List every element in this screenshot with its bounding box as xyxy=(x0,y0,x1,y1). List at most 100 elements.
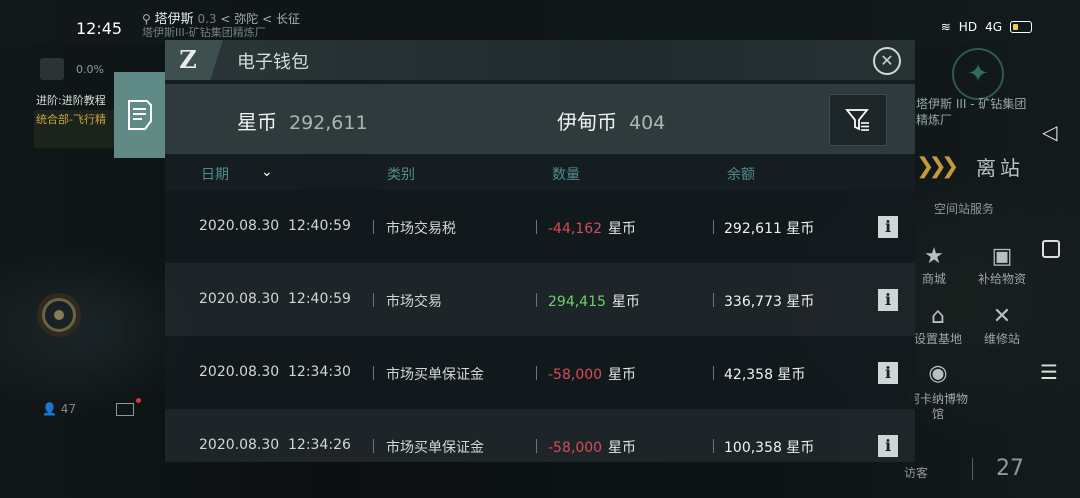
table-row[interactable]: 2020.08.30 12:34:26 市场买单保证金 -58,000 星币 100,35… xyxy=(165,409,915,462)
row-date: 2020.08.30 xyxy=(199,364,280,380)
cargo-icon[interactable] xyxy=(40,58,64,80)
column-balance: 余额 xyxy=(727,167,755,183)
filter-button[interactable] xyxy=(829,94,887,146)
eden-coin-balance: 伊甸币 404 xyxy=(557,106,665,135)
visitor-label: 访客 xyxy=(904,466,929,480)
row-category: 市场交易 xyxy=(386,294,442,310)
column-date[interactable]: 日期 xyxy=(201,164,229,184)
quest-label[interactable]: 进阶:进阶教程 xyxy=(36,92,106,108)
row-amount: -44,162 星币 xyxy=(548,218,636,238)
divider xyxy=(713,439,714,453)
star-coin-label: 星币 xyxy=(237,110,277,134)
wallet-header: Z 电子钱包 ✕ xyxy=(165,40,915,80)
document-icon xyxy=(128,100,152,130)
divider xyxy=(373,439,374,453)
column-amount: 数量 xyxy=(552,167,580,183)
back-icon[interactable]: ◁ xyxy=(1042,120,1057,144)
undock-chevron-icon: ❯❯❯ xyxy=(916,154,959,179)
row-time: 12:40:59 xyxy=(288,218,351,234)
table-row[interactable]: 2020.08.30 12:34:30 市场买单保证金 -58,000 星币 42,358… xyxy=(165,336,915,409)
base-icon: ⌂ xyxy=(931,304,945,329)
divider xyxy=(373,366,374,380)
location-system: 长征 xyxy=(275,12,300,26)
location-station: 塔伊斯III-矿钻集团精炼厂 xyxy=(142,26,266,39)
info-icon[interactable]: i xyxy=(878,216,898,238)
row-time: 12:34:26 xyxy=(288,437,351,453)
supply-box-icon: ▣ xyxy=(991,244,1013,269)
home-icon[interactable] xyxy=(1042,240,1060,258)
row-time: 12:40:59 xyxy=(288,291,351,307)
status-bar: 12:45 ⚲ 塔伊斯 0.3 < 弥陀 < 长征 塔伊斯III-矿钻集团精炼厂… xyxy=(0,0,1080,44)
eden-coin-label: 伊甸币 xyxy=(557,110,617,134)
battery-icon xyxy=(1010,21,1032,33)
system-nav-bar: ◁ ☰ xyxy=(1030,0,1080,498)
row-amount-value: 294,415 xyxy=(548,294,606,310)
row-amount-unit: 星币 xyxy=(608,367,637,383)
online-count[interactable]: 👤 47 xyxy=(42,402,76,416)
row-balance: 336,773 星币 xyxy=(724,294,815,310)
recents-icon[interactable]: ☰ xyxy=(1040,360,1058,384)
row-amount-unit: 星币 xyxy=(608,221,637,237)
undock-button[interactable]: 离站 xyxy=(976,152,1024,181)
row-amount: -58,000 星币 xyxy=(548,437,636,457)
table-row[interactable]: 2020.08.30 12:40:59 市场交易税 -44,162 星币 292,611 … xyxy=(165,190,915,263)
wrench-icon: ✕ xyxy=(992,304,1012,329)
info-icon[interactable]: i xyxy=(878,435,898,457)
station-hud: ✦ 塔伊斯 III - 矿钻集团 精炼厂 ❯❯❯ 离站 空间站服务 ★ 商城 ▣… xyxy=(904,40,1030,498)
system-icons: ≋ HD 4G xyxy=(941,20,1032,34)
visitor-count: 27 xyxy=(996,456,1024,481)
mail-icon[interactable] xyxy=(116,403,134,416)
service-museum[interactable]: ◉ 阿卡纳博物馆 xyxy=(906,361,970,422)
network-type: HD xyxy=(958,20,978,34)
divider xyxy=(536,366,537,380)
row-amount-unit: 星币 xyxy=(608,440,637,456)
row-balance: 292,611 星币 xyxy=(724,221,815,237)
row-date: 2020.08.30 xyxy=(199,437,280,453)
wallet-title: 电子钱包 xyxy=(237,52,309,73)
divider xyxy=(713,293,714,307)
row-time: 12:34:30 xyxy=(288,364,351,380)
wallet-ledger-tab[interactable] xyxy=(114,72,166,158)
person-icon: 👤 xyxy=(42,402,57,416)
service-base[interactable]: ⌂ 设置基地 xyxy=(906,304,970,347)
close-button[interactable]: ✕ xyxy=(873,47,901,75)
museum-icon: ◉ xyxy=(928,361,948,386)
wallet-panel: Z 电子钱包 ✕ 星币 292,611 伊甸币 404 日期 ⌄ 类别 数量 余额 … xyxy=(165,40,915,462)
service-supplies[interactable]: ▣ 补给物资 xyxy=(970,244,1034,287)
row-category: 市场交易税 xyxy=(386,221,456,237)
service-repair[interactable]: ✕ 维修站 xyxy=(974,304,1030,347)
radar-icon[interactable] xyxy=(42,298,76,332)
row-category: 市场买单保证金 xyxy=(386,367,484,383)
divider xyxy=(536,220,537,234)
filter-icon xyxy=(845,109,869,131)
info-icon[interactable]: i xyxy=(878,289,898,311)
balance-bar: 星币 292,611 伊甸币 404 xyxy=(165,84,915,154)
divider xyxy=(972,458,973,480)
quest-subtitle: 统合部-飞行精 xyxy=(36,113,106,126)
cargo-percent: 0.0% xyxy=(76,63,104,76)
row-amount-value: -58,000 xyxy=(548,367,603,383)
eden-coin-value: 404 xyxy=(629,112,666,134)
row-amount: -58,000 星币 xyxy=(548,364,636,384)
row-balance: 42,358 星币 xyxy=(724,367,806,383)
divider xyxy=(536,293,537,307)
chevron-down-icon[interactable]: ⌄ xyxy=(261,164,273,180)
notification-dot xyxy=(136,398,141,403)
row-amount-value: -58,000 xyxy=(548,440,603,456)
online-count-value: 47 xyxy=(60,402,77,416)
signal-icon: 4G xyxy=(985,20,1002,34)
services-title: 空间站服务 xyxy=(934,202,995,216)
row-category: 市场买单保证金 xyxy=(386,440,484,456)
divider xyxy=(536,439,537,453)
divider xyxy=(713,220,714,234)
corporation-emblem-icon: ✦ xyxy=(952,48,1004,100)
divider xyxy=(373,220,374,234)
table-row[interactable]: 2020.08.30 12:40:59 市场交易 294,415 星币 336,773 星… xyxy=(165,263,915,336)
station-name: 塔伊斯 III - 矿钻集团 精炼厂 xyxy=(916,97,1027,127)
clock: 12:45 xyxy=(76,19,123,38)
row-balance: 100,358 星币 xyxy=(724,440,815,456)
info-icon[interactable]: i xyxy=(878,362,898,384)
row-amount-value: -44,162 xyxy=(548,221,603,237)
star-coin-value: 292,611 xyxy=(289,112,368,134)
z-logo-icon: Z xyxy=(165,40,223,80)
